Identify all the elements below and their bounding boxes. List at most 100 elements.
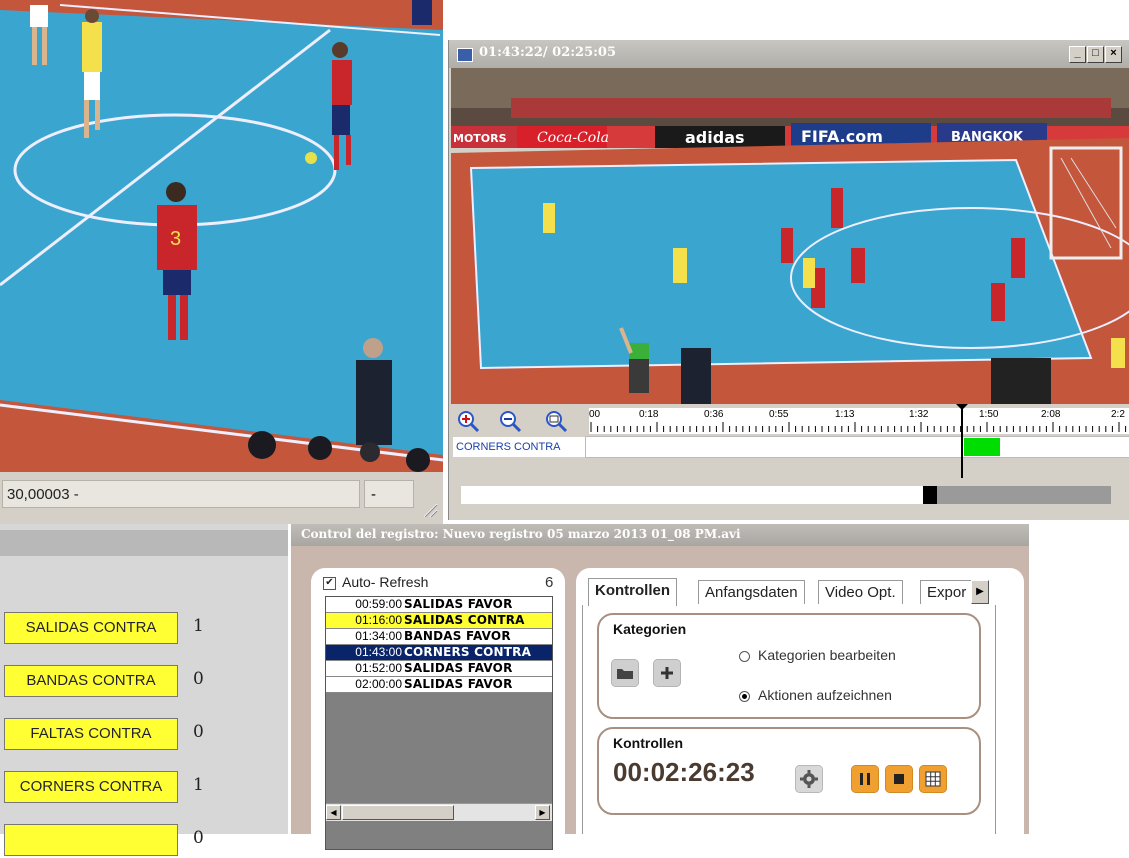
tab-panel: Kontrollen Anfangsdaten Video Opt. Expor… [576,568,1024,834]
record-control-title: Control del registro: Nuevo registro 05 … [301,527,741,541]
auto-refresh-label: Auto- Refresh [342,574,429,590]
status-field: 30,00003 - [2,480,360,508]
event-marker[interactable] [964,438,1000,456]
scroll-right-icon[interactable]: ▶ [535,805,550,820]
close-button[interactable]: × [1105,46,1122,63]
category-row: BANDAS CONTRA 0 [0,665,288,699]
event-row[interactable]: 01:16:00 SALIDAS CONTRA [326,613,552,629]
tick-label: 0:18 [639,409,659,420]
kontrollen-group: Kontrollen 00:02:26:23 [597,727,981,815]
category-button-bandas-contra[interactable]: BANDAS CONTRA [4,665,178,697]
scroll-left-icon[interactable]: ◀ [326,805,341,820]
scrub-knob[interactable] [923,486,937,504]
ad-cocacola: Coca-Cola [537,130,609,146]
kontrollen-title: Kontrollen [613,735,683,751]
zoom-in-icon[interactable] [455,408,481,434]
tab-scroll-right-icon[interactable]: ▶ [971,580,989,604]
tick-label: 0:36 [704,409,724,420]
folder-icon[interactable] [611,659,639,687]
event-list-panel: ✔ Auto- Refresh 6 00:59:00 SALIDAS FAVOR 0… [311,568,565,850]
scrub-bar-panel [451,478,1129,512]
left-video-frame[interactable]: 3 [0,0,443,472]
tick-label: 1:13 [835,409,855,420]
scroll-thumb[interactable] [342,805,454,820]
coach [681,348,711,404]
status-field-right: - [364,480,414,508]
radio-dot-selected[interactable] [739,690,750,702]
window-icon [457,48,473,62]
elapsed-timer: 00:02:26:23 [613,757,755,787]
kategorien-group: Kategorien Kategorien bearbeiten Aktione… [597,613,981,719]
grid-icon[interactable] [919,765,947,793]
tab-export[interactable]: Expor [920,580,972,604]
tick-label: 1:32 [909,409,929,420]
category-row: SALIDAS CONTRA 1 [0,612,288,646]
settings-gear-icon[interactable] [795,765,823,793]
zoom-reset-icon[interactable] [543,408,569,434]
timeline-panel: 00 0:18 0:36 0:55 1:13 1:32 1:50 2:08 2:… [451,404,1129,480]
category-button-partial[interactable] [4,824,178,856]
horizontal-scrollbar[interactable]: ◀ ▶ [326,803,552,821]
event-track[interactable] [585,436,1129,458]
track-label[interactable]: CORNERS CONTRA [453,437,585,457]
event-list[interactable]: 00:59:00 SALIDAS FAVOR 01:16:00 SALIDAS CO… [325,596,553,850]
video-window: 01:43:22/ 02:25:05 _ □ × MOTORS Coca-Col… [448,40,1129,520]
auto-refresh-checkbox[interactable]: ✔ Auto- Refresh [323,574,428,590]
category-count: 1 [193,616,204,636]
category-count: 0 [193,669,204,689]
kategorien-title: Kategorien [613,621,687,637]
radio-aktionen-aufzeichnen[interactable]: Aktionen aufzeichnen [739,687,892,703]
category-count: 0 [193,722,204,742]
video-title-bar[interactable]: 01:43:22/ 02:25:05 _ □ × [449,40,1129,68]
tab-anfangsdaten[interactable]: Anfangsdaten [698,580,805,604]
scrub-remaining [931,486,1111,504]
category-row: 0 [0,824,288,858]
record-control-title-bar[interactable]: Control del registro: Nuevo registro 05 … [291,524,1029,546]
checkbox-check-icon[interactable]: ✔ [323,576,336,590]
left-status-bar: 30,00003 - - [0,472,443,524]
add-icon[interactable] [653,659,681,687]
playhead[interactable] [961,404,963,480]
scrub-bar[interactable] [461,486,1111,504]
futsal-match-image: MOTORS Coca-Cola adidas FIFA.com BANGKOK [451,68,1129,404]
event-row[interactable]: 01:34:00 BANDAS FAVOR [326,629,552,645]
futsal-court-image: 3 [0,0,443,472]
resize-grip-icon[interactable] [418,500,438,518]
event-row[interactable]: 02:00:00 SALIDAS FAVOR [326,677,552,693]
category-row: CORNERS CONTRA 1 [0,771,288,805]
category-count: 1 [193,775,204,795]
stop-icon[interactable] [885,765,913,793]
tick-label: 2:08 [1041,409,1061,420]
ball [305,152,317,164]
radio-dot[interactable] [739,650,750,662]
main-video-frame[interactable]: MOTORS Coca-Cola adidas FIFA.com BANGKOK [451,68,1129,404]
minimize-button[interactable]: _ [1069,46,1086,63]
tick-label: 00 [589,409,601,420]
category-panel-header [0,530,288,556]
maximize-button[interactable]: □ [1087,46,1104,63]
camera-operator [991,358,1051,404]
zoom-out-icon[interactable] [497,408,523,434]
event-row[interactable]: 01:52:00 SALIDAS FAVOR [326,661,552,677]
radio-kategorien-bearbeiten[interactable]: Kategorien bearbeiten [739,647,896,663]
video-timecode: 01:43:22/ 02:25:05 [479,45,617,60]
pause-icon[interactable] [851,765,879,793]
ad-motors: MOTORS [453,132,507,145]
category-button-faltas-contra[interactable]: FALTAS CONTRA [4,718,178,750]
tick-label: 2:2 [1111,409,1125,420]
category-count: 0 [193,828,204,848]
tab-body: Kategorien Kategorien bearbeiten Aktione… [582,605,996,834]
time-ruler[interactable]: 00 0:18 0:36 0:55 1:13 1:32 1:50 2:08 2:… [589,408,1129,434]
tick-label: 0:55 [769,409,789,420]
event-row[interactable]: 00:59:00 SALIDAS FAVOR [326,597,552,613]
category-button-salidas-contra[interactable]: SALIDAS CONTRA [4,612,178,644]
event-row-selected[interactable]: 01:43:00 CORNERS CONTRA [326,645,552,661]
tab-kontrollen[interactable]: Kontrollen [588,578,677,606]
tab-video-opt[interactable]: Video Opt. [818,580,903,604]
category-panel: SALIDAS CONTRA 1 BANDAS CONTRA 0 FALTAS … [0,524,288,856]
category-row: FALTAS CONTRA 0 [0,718,288,752]
category-button-corners-contra[interactable]: CORNERS CONTRA [4,771,178,803]
event-count: 6 [545,574,554,591]
tick-label: 1:50 [979,409,999,420]
record-control-window: Control del registro: Nuevo registro 05 … [291,524,1029,850]
